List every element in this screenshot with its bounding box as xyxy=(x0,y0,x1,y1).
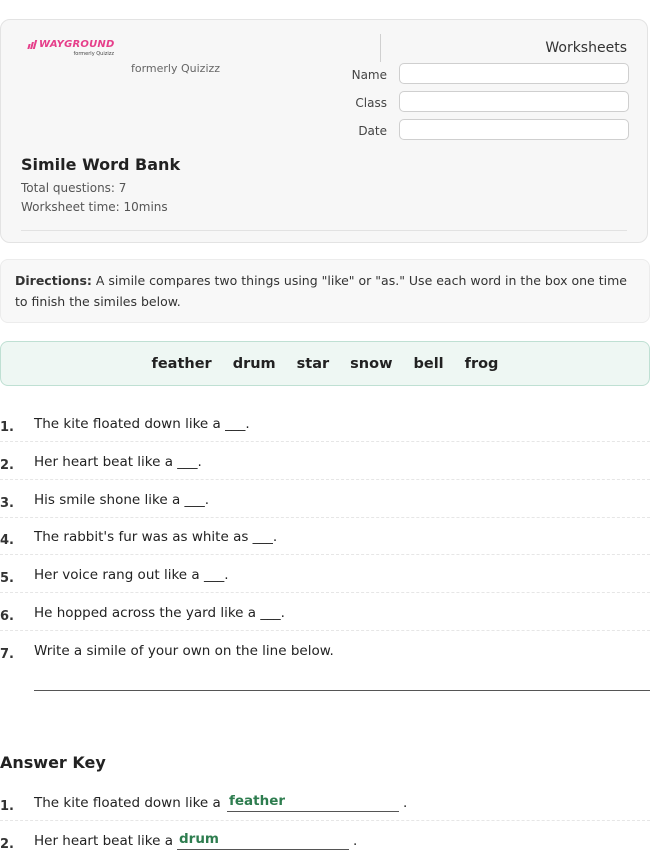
question-text: The kite floated down like a ___. xyxy=(34,416,250,432)
question-text: Her voice rang out like a ___. xyxy=(34,567,229,583)
answer-prefix: Her heart beat like a xyxy=(34,833,174,849)
question-row: 7. Write a simile of your own on the lin… xyxy=(0,631,650,669)
header-rule xyxy=(21,230,627,231)
word-bank-word: drum xyxy=(232,355,276,372)
question-number: 1. xyxy=(0,420,14,435)
answer-blank: drum xyxy=(177,831,349,850)
answer-key-title: Answer Key xyxy=(0,753,106,772)
question-number: 5. xyxy=(0,571,14,586)
word-bank-word: feather xyxy=(151,355,212,372)
word-bank-word: bell xyxy=(413,355,444,372)
word-bank-word: snow xyxy=(350,355,393,372)
logo-bars-icon xyxy=(27,40,38,49)
answer-row: 1. The kite floated down like a feather … xyxy=(0,783,650,821)
answer-write-line[interactable] xyxy=(34,690,650,691)
answer-row: 2. Her heart beat like a drum . xyxy=(0,821,650,859)
formerly-quizizz-text: formerly Quizizz xyxy=(131,62,221,75)
logo-wordmark: WAYGROUND xyxy=(39,39,115,50)
question-number: 3. xyxy=(0,496,14,511)
answer-suffix: . xyxy=(403,795,408,811)
worksheet-time: Worksheet time: 10mins xyxy=(21,200,168,214)
question-text: Write a simile of your own on the line b… xyxy=(34,643,334,659)
question-row: 6. He hopped across the yard like a ___. xyxy=(0,593,650,631)
answer-prefix: The kite floated down like a xyxy=(34,795,221,811)
worksheet-title: Simile Word Bank xyxy=(21,155,181,174)
worksheet-header: WAYGROUND formerly Quizizz formerly Quiz… xyxy=(0,19,648,243)
name-field[interactable] xyxy=(399,63,629,84)
name-label: Name xyxy=(351,68,387,82)
question-row: 4. The rabbit's fur was as white as ___. xyxy=(0,517,650,555)
directions-label: Directions: xyxy=(15,273,92,288)
question-row: 1. The kite floated down like a ___. xyxy=(0,404,650,442)
logo-subtext: formerly Quizizz xyxy=(73,51,114,57)
question-number: 2. xyxy=(0,458,14,473)
word-bank: feather drum star snow bell frog xyxy=(0,341,650,386)
question-number: 7. xyxy=(0,647,14,662)
answer-number: 2. xyxy=(0,837,14,852)
word-bank-word: star xyxy=(296,355,330,372)
date-label: Date xyxy=(358,124,387,138)
total-questions: Total questions: 7 xyxy=(21,181,127,195)
date-field[interactable] xyxy=(399,119,629,140)
question-row: 5. Her voice rang out like a ___. xyxy=(0,555,650,593)
question-text: His smile shone like a ___. xyxy=(34,492,210,508)
answer-number: 1. xyxy=(0,799,14,814)
question-text: Her heart beat like a ___. xyxy=(34,454,202,470)
worksheets-label: Worksheets xyxy=(545,40,627,56)
question-text: He hopped across the yard like a ___. xyxy=(34,605,285,621)
class-field[interactable] xyxy=(399,91,629,112)
answer-blank: feather xyxy=(227,793,399,812)
question-number: 6. xyxy=(0,609,14,624)
answer-suffix: . xyxy=(353,833,358,849)
header-divider xyxy=(380,34,381,62)
question-row: 3. His smile shone like a ___. xyxy=(0,480,650,518)
question-number: 4. xyxy=(0,533,14,548)
wayground-logo: WAYGROUND formerly Quizizz xyxy=(27,39,116,61)
class-label: Class xyxy=(355,96,387,110)
directions-box: Directions: A simile compares two things… xyxy=(0,259,650,323)
question-row: 2. Her heart beat like a ___. xyxy=(0,442,650,480)
word-bank-word: frog xyxy=(464,355,499,372)
directions-text: A simile compares two things using "like… xyxy=(15,273,627,309)
question-text: The rabbit's fur was as white as ___. xyxy=(34,529,278,545)
